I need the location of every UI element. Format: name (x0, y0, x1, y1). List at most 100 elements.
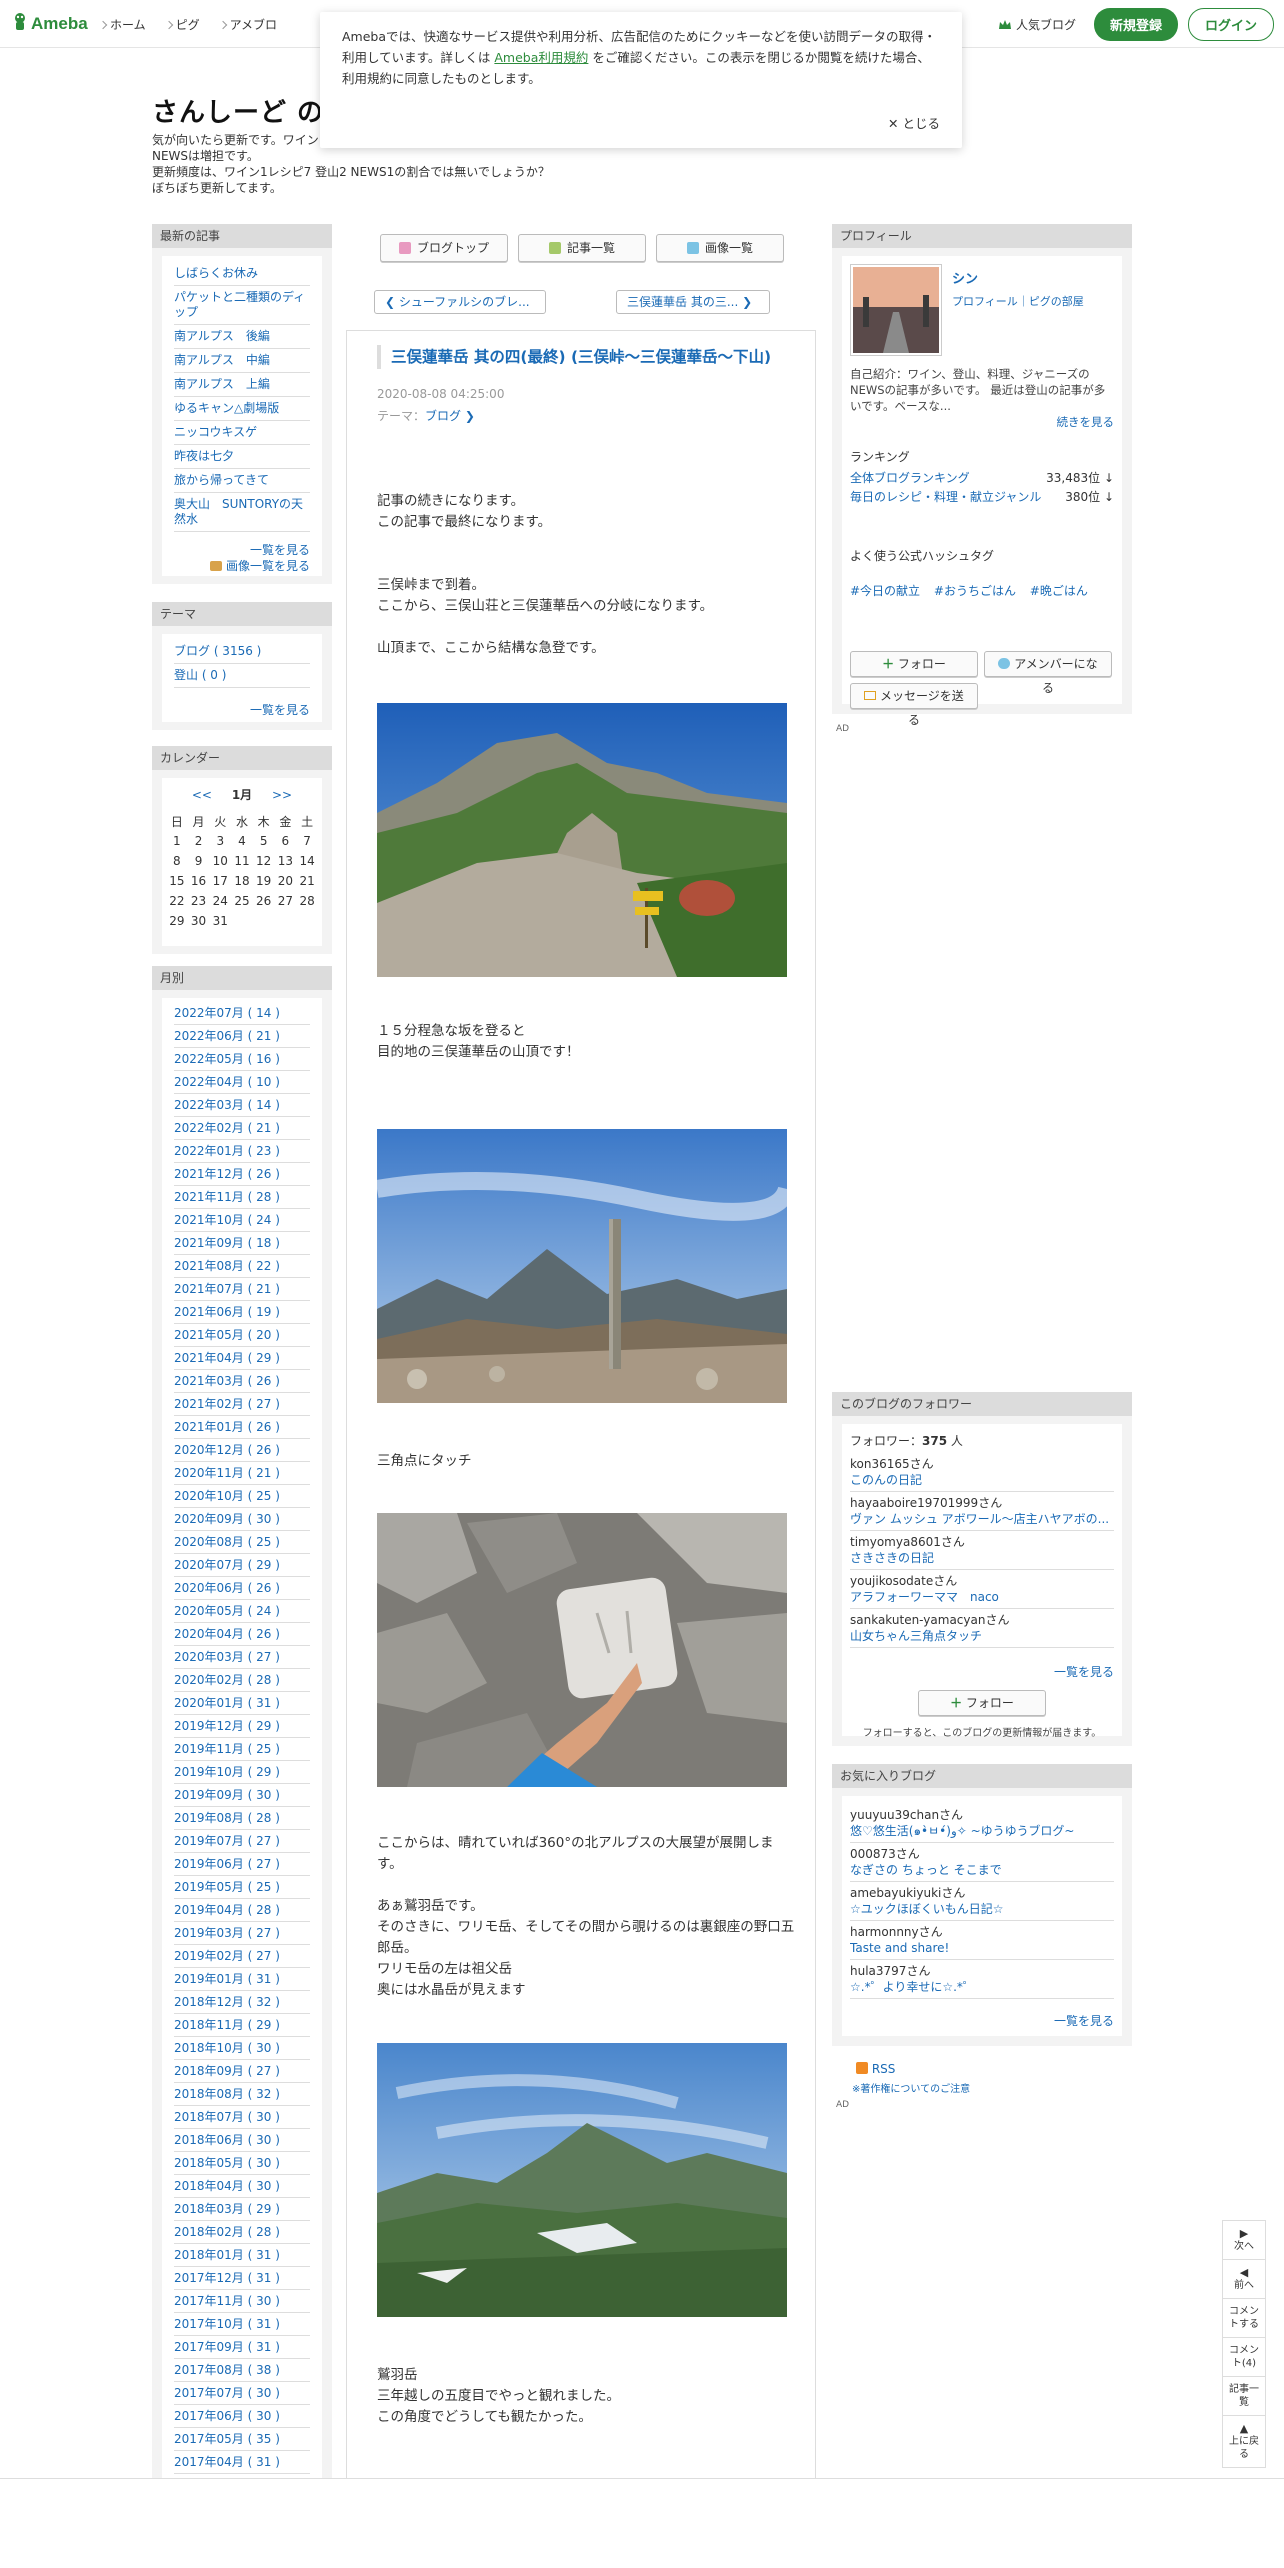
monthly-archive-link[interactable]: 2018年07月 ( 30 ) (174, 2106, 310, 2129)
monthly-archive-link[interactable]: 2021年07月 ( 21 ) (174, 1278, 310, 1301)
monthly-archive-link[interactable]: 2018年11月 ( 29 ) (174, 2014, 310, 2037)
article-photo[interactable] (377, 2043, 787, 2317)
follower-blog-link[interactable]: 山女ちゃん三角点タッチ (850, 1628, 1114, 1644)
monthly-archive-link[interactable]: 2017年06月 ( 30 ) (174, 2405, 310, 2428)
monthly-archive-link[interactable]: 2020年05月 ( 24 ) (174, 1600, 310, 1623)
recent-entry-link[interactable]: パケットと二種類のディップ (174, 286, 310, 325)
profile-name[interactable]: シン (952, 268, 1084, 287)
monthly-archive-link[interactable]: 2018年08月 ( 32 ) (174, 2083, 310, 2106)
register-button[interactable]: 新規登録 (1093, 8, 1178, 41)
favorites-more-link[interactable]: 一覧を見る (850, 2013, 1114, 2029)
monthly-archive-link[interactable]: 2021年08月 ( 22 ) (174, 1255, 310, 1278)
monthly-archive-link[interactable]: 2019年09月 ( 30 ) (174, 1784, 310, 1807)
monthly-archive-link[interactable]: 2018年01月 ( 31 ) (174, 2244, 310, 2267)
follow-button-2[interactable]: ＋ フォロー (918, 1690, 1046, 1716)
monthly-archive-link[interactable]: 2019年08月 ( 28 ) (174, 1807, 310, 1830)
monthly-archive-link[interactable]: 2017年04月 ( 31 ) (174, 2451, 310, 2474)
monthly-archive-link[interactable]: 2018年10月 ( 30 ) (174, 2037, 310, 2060)
monthly-archive-link[interactable]: 2017年09月 ( 31 ) (174, 2336, 310, 2359)
article-theme-link[interactable]: ブログ (425, 409, 461, 423)
login-button[interactable]: ログイン (1187, 8, 1274, 41)
monthly-archive-link[interactable]: 2020年04月 ( 26 ) (174, 1623, 310, 1646)
monthly-archive-link[interactable]: 2017年10月 ( 31 ) (174, 2313, 310, 2336)
monthly-archive-link[interactable]: 2018年12月 ( 32 ) (174, 1991, 310, 2014)
monthly-archive-link[interactable]: 2019年10月 ( 29 ) (174, 1761, 310, 1784)
recent-entry-link[interactable]: しばらくお休み (174, 262, 310, 286)
recent-entry-link[interactable]: ニッコウキスゲ (174, 421, 310, 445)
blog-top-button[interactable]: ブログトップ (380, 234, 508, 262)
monthly-archive-link[interactable]: 2020年09月 ( 30 ) (174, 1508, 310, 1531)
ameba-logo[interactable]: Ameba (12, 12, 88, 34)
monthly-archive-link[interactable]: 2018年03月 ( 29 ) (174, 2198, 310, 2221)
monthly-archive-link[interactable]: 2022年04月 ( 10 ) (174, 1071, 310, 1094)
monthly-archive-link[interactable]: 2017年08月 ( 38 ) (174, 2359, 310, 2382)
recent-entry-link[interactable]: ゆるキャン△劇場版 (174, 397, 310, 421)
monthly-archive-link[interactable]: 2018年05月 ( 30 ) (174, 2152, 310, 2175)
monthly-archive-link[interactable]: 2020年02月 ( 28 ) (174, 1669, 310, 1692)
recent-entry-link[interactable]: 昨夜は七夕 (174, 445, 310, 469)
float-comment-count[interactable]: コメント(4) (1223, 2338, 1265, 2377)
follower-blog-link[interactable]: ヴァン ムッシュ アボワール〜店主ハヤアボの... (850, 1511, 1114, 1527)
monthly-archive-link[interactable]: 2020年12月 ( 26 ) (174, 1439, 310, 1462)
monthly-archive-link[interactable]: 2020年01月 ( 31 ) (174, 1692, 310, 1715)
theme-link-blog[interactable]: ブログ ( 3156 ) (174, 640, 310, 664)
monthly-archive-link[interactable]: 2018年04月 ( 30 ) (174, 2175, 310, 2198)
monthly-archive-link[interactable]: 2021年02月 ( 27 ) (174, 1393, 310, 1416)
copyright-link[interactable]: ※著作権についてのご注意 (852, 2080, 970, 2095)
monthly-archive-link[interactable]: 2022年07月 ( 14 ) (174, 1002, 310, 1025)
image-list-link[interactable]: 画像一覧を見る (174, 558, 310, 574)
ranking-overall-link[interactable]: 全体ブログランキング (850, 469, 970, 488)
follower-blog-link[interactable]: さきさきの日記 (850, 1550, 1114, 1566)
recent-entry-link[interactable]: 奥大山 SUNTORYの天然水 (174, 493, 310, 532)
favorite-blog-link[interactable]: 悠♡悠生活(๑•̀ㅂ•́)و✧ ~ゆうゆうブログ~ (850, 1823, 1114, 1839)
monthly-archive-link[interactable]: 2019年04月 ( 28 ) (174, 1899, 310, 1922)
followers-more-link[interactable]: 一覧を見る (850, 1664, 1114, 1680)
follower-blog-link[interactable]: このんの日記 (850, 1472, 1114, 1488)
monthly-archive-link[interactable]: 2021年12月 ( 26 ) (174, 1163, 310, 1186)
monthly-archive-link[interactable]: 2018年06月 ( 30 ) (174, 2129, 310, 2152)
rss-link[interactable]: RSS (856, 2062, 895, 2076)
monthly-archive-link[interactable]: 2020年11月 ( 21 ) (174, 1462, 310, 1485)
nav-pigg[interactable]: ピグ (164, 16, 200, 33)
intro-more-link[interactable]: 続きを見る (850, 414, 1115, 430)
avatar[interactable] (850, 264, 942, 356)
message-button[interactable]: メッセージを送る (850, 683, 978, 727)
hashtag-link[interactable]: #おうちごはん (934, 584, 1016, 598)
prev-entry-button[interactable]: ❮ シューファルシのブレ... (374, 290, 546, 314)
monthly-archive-link[interactable]: 2019年03月 ( 27 ) (174, 1922, 310, 1945)
monthly-archive-link[interactable]: 2021年06月 ( 19 ) (174, 1301, 310, 1324)
monthly-archive-link[interactable]: 2019年11月 ( 25 ) (174, 1738, 310, 1761)
monthly-archive-link[interactable]: 2019年05月 ( 25 ) (174, 1876, 310, 1899)
recent-more-link[interactable]: 一覧を見る (174, 542, 310, 558)
monthly-archive-link[interactable]: 2021年05月 ( 20 ) (174, 1324, 310, 1347)
monthly-archive-link[interactable]: 2022年01月 ( 23 ) (174, 1140, 310, 1163)
monthly-archive-link[interactable]: 2022年06月 ( 21 ) (174, 1025, 310, 1048)
hashtag-link[interactable]: #今日の献立 (850, 584, 920, 598)
monthly-archive-link[interactable]: 2019年12月 ( 29 ) (174, 1715, 310, 1738)
profile-links[interactable]: プロフィール｜ピグの部屋 (952, 293, 1084, 309)
nav-home[interactable]: ホーム (98, 16, 146, 33)
article-photo[interactable] (377, 1513, 787, 1787)
recent-entry-link[interactable]: 旅から帰ってきて (174, 469, 310, 493)
popular-blog-link[interactable]: 人気ブログ (998, 16, 1076, 33)
monthly-archive-link[interactable]: 2017年11月 ( 30 ) (174, 2290, 310, 2313)
recent-entry-link[interactable]: 南アルプス 中編 (174, 349, 310, 373)
float-top-button[interactable]: ▲ 上に戻る (1223, 2416, 1265, 2467)
next-entry-button[interactable]: 三俣蓮華岳 其の三... ❯ (616, 290, 770, 314)
entry-list-button[interactable]: 記事一覧 (518, 234, 646, 262)
image-list-button[interactable]: 画像一覧 (656, 234, 784, 262)
monthly-archive-link[interactable]: 2017年12月 ( 31 ) (174, 2267, 310, 2290)
float-next-button[interactable]: ▶ 次へ (1223, 2221, 1265, 2260)
float-prev-button[interactable]: ◀ 前へ (1223, 2260, 1265, 2299)
follow-button[interactable]: ＋ フォロー (850, 651, 978, 677)
calendar-prev-button[interactable]: << (192, 788, 212, 802)
theme-more-link[interactable]: 一覧を見る (174, 702, 310, 718)
monthly-archive-link[interactable]: 2021年10月 ( 24 ) (174, 1209, 310, 1232)
cookie-close-button[interactable]: ✕ とじる (888, 113, 940, 134)
monthly-archive-link[interactable]: 2018年02月 ( 28 ) (174, 2221, 310, 2244)
monthly-archive-link[interactable]: 2021年09月 ( 18 ) (174, 1232, 310, 1255)
monthly-archive-link[interactable]: 2022年03月 ( 14 ) (174, 1094, 310, 1117)
monthly-archive-link[interactable]: 2019年02月 ( 27 ) (174, 1945, 310, 1968)
monthly-archive-link[interactable]: 2020年07月 ( 29 ) (174, 1554, 310, 1577)
float-list-button[interactable]: 記事一覧 (1223, 2377, 1265, 2416)
